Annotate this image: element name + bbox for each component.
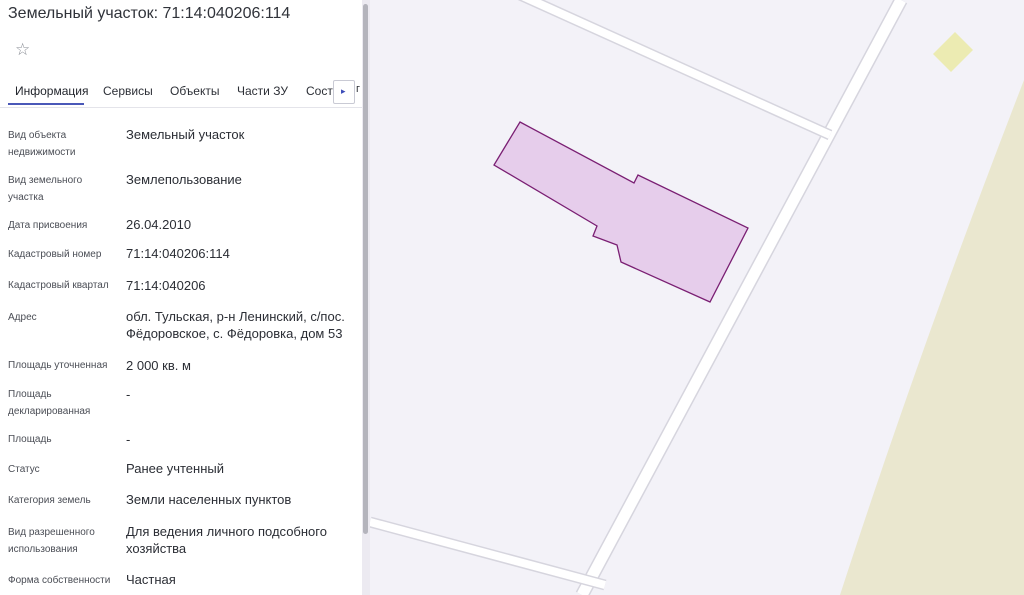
label-area-declared: Площадь декларированная xyxy=(8,389,91,417)
label-area: Площадь xyxy=(8,434,52,445)
value-cadastral-number: 71:14:040206:114 xyxy=(126,246,230,261)
label-cadastral-number: Кадастровый номер xyxy=(8,249,102,260)
value-address: обл. Тульская, р-н Ленинский, с/пос. Фёд… xyxy=(126,309,345,341)
label-cadastral-quarter: Кадастровый квартал xyxy=(8,280,109,291)
label-status: Статус xyxy=(8,464,40,475)
value-ownership: Частная xyxy=(126,572,176,587)
map-canvas xyxy=(370,0,1024,595)
label-land-category: Категория земель xyxy=(8,495,91,506)
tab-composition[interactable]: Соста xyxy=(306,84,333,98)
value-object-type: Земельный участок xyxy=(126,127,245,142)
tab-services[interactable]: Сервисы xyxy=(103,84,153,98)
tab-divider xyxy=(0,107,362,108)
value-area-specified: 2 000 кв. м xyxy=(126,358,191,373)
cadastral-map[interactable] xyxy=(370,0,1024,595)
value-permitted-use: Для ведения личного подсобного хозяйства xyxy=(126,524,327,556)
tab-objects[interactable]: Объекты xyxy=(170,84,220,98)
tab-scroll-button[interactable]: ▸ xyxy=(333,80,355,104)
value-status: Ранее учтенный xyxy=(126,461,224,476)
label-address: Адрес xyxy=(8,312,37,323)
value-area-declared: - xyxy=(126,387,131,402)
star-icon[interactable]: ☆ xyxy=(15,41,30,58)
value-parcel-type: Землепользование xyxy=(126,172,242,187)
value-assignment-date: 26.04.2010 xyxy=(126,217,192,232)
chevron-right-icon: ▸ xyxy=(341,86,346,96)
label-ownership: Форма собственности xyxy=(8,575,111,586)
value-cadastral-quarter: 71:14:040206 xyxy=(126,278,206,293)
label-assignment-date: Дата присвоения xyxy=(8,220,88,231)
label-permitted-use: Вид разрешенного использования xyxy=(8,527,95,555)
value-land-category: Земли населенных пунктов xyxy=(126,492,292,507)
panel-scrollbar[interactable] xyxy=(362,0,370,595)
tab-parts[interactable]: Части ЗУ xyxy=(237,84,288,98)
label-object-type: Вид объекта недвижимости xyxy=(8,130,76,158)
page-title: Земельный участок: 71:14:040206:114 xyxy=(8,5,291,22)
active-tab-indicator xyxy=(8,103,84,105)
tab-overflow-text: г xyxy=(356,83,361,95)
tab-bar: Информация Сервисы Объекты Части ЗУ Сост… xyxy=(0,74,362,108)
label-parcel-type: Вид земельного участка xyxy=(8,175,83,203)
label-area-specified: Площадь уточненная xyxy=(8,360,108,371)
tab-information[interactable]: Информация xyxy=(15,84,88,98)
value-area: - xyxy=(126,432,131,447)
info-panel: Земельный участок: 71:14:040206:114 ☆ Ин… xyxy=(0,0,362,595)
scrollbar-thumb[interactable] xyxy=(363,4,368,534)
